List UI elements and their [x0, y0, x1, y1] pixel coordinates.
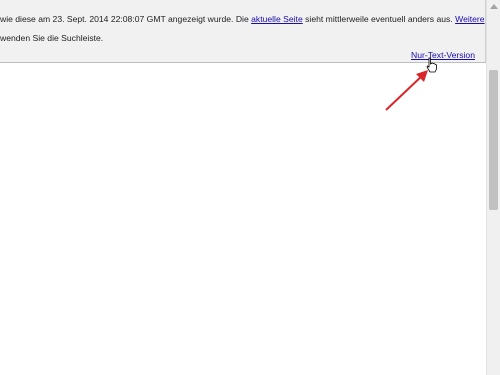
hand-pointer-icon [426, 57, 437, 73]
browser-page: wie diese am 23. Sept. 2014 22:08:07 GMT… [0, 0, 500, 375]
scrollbar-thumb[interactable] [489, 70, 498, 210]
cache-info-text-start: wie diese am 23. Sept. 2014 22:08:07 GMT… [0, 14, 252, 24]
text-only-version-link[interactable]: Nur-Text-Version [411, 50, 475, 60]
cache-info-banner: wie diese am 23. Sept. 2014 22:08:07 GMT… [0, 0, 486, 63]
more-info-link[interactable]: Weitere [455, 14, 484, 24]
current-page-link[interactable]: aktuelle Seite [251, 14, 303, 24]
scroll-up-arrow-icon[interactable] [490, 4, 498, 9]
cache-info-text-middle: sieht mittlerweile eventuell anders aus. [302, 14, 456, 24]
cache-info-line-2: wenden Sie die Suchleiste. [0, 33, 104, 43]
vertical-scrollbar[interactable] [486, 0, 500, 375]
cache-info-line-1: wie diese am 23. Sept. 2014 22:08:07 GMT… [0, 14, 485, 24]
